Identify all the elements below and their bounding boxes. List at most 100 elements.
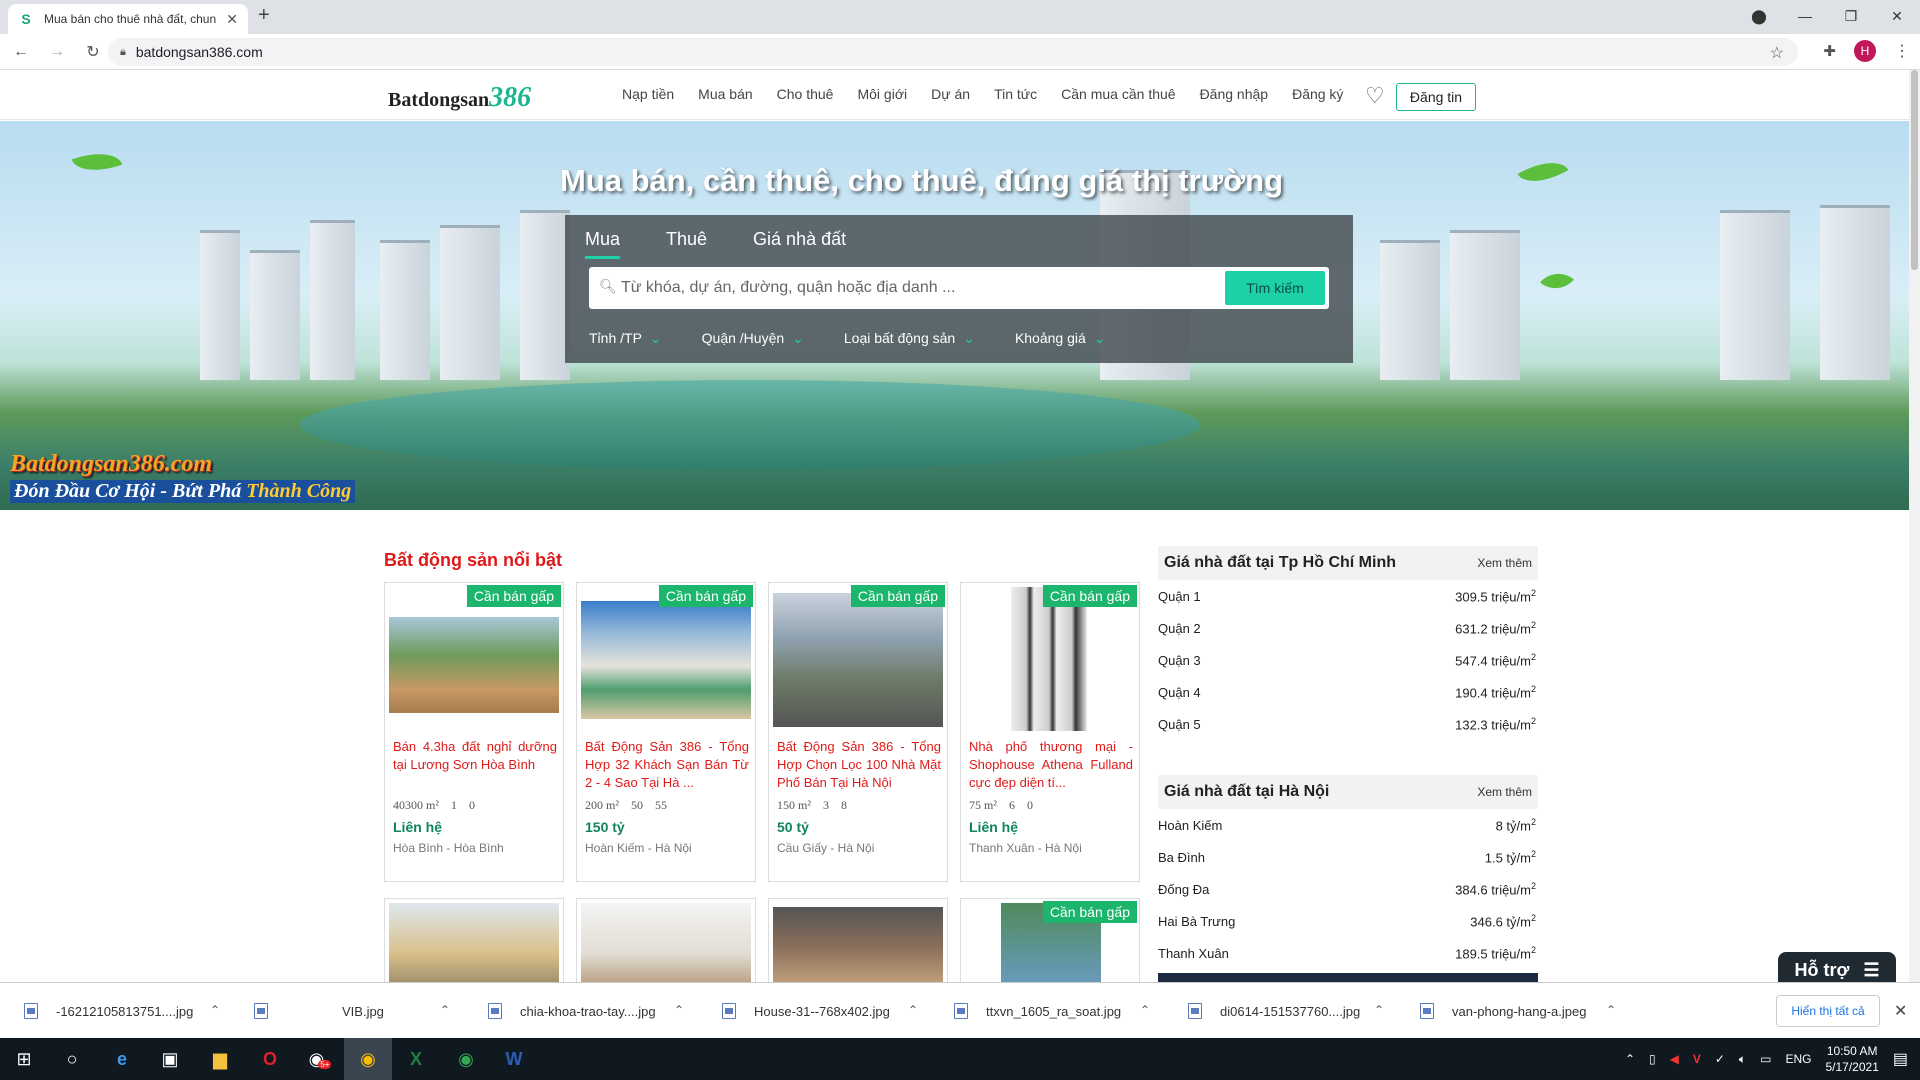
pen-icon[interactable]: ✓ bbox=[1715, 1052, 1725, 1066]
close-window-icon[interactable]: ✕ bbox=[1874, 0, 1920, 32]
chevron-up-icon[interactable]: ⌃ bbox=[1606, 1003, 1616, 1017]
chevron-up-icon[interactable]: ⌃ bbox=[440, 1003, 450, 1017]
listing-card[interactable]: Cần bán gấp Bất Động Sản 386 - Tổng Hợp … bbox=[768, 582, 948, 882]
price-row[interactable]: Quận 4 190.4 triệu/m2 bbox=[1158, 676, 1538, 708]
listing-card[interactable] bbox=[576, 898, 756, 988]
listing-title[interactable]: Bất Động Sản 386 - Tổng Hợp 32 Khách Sạn… bbox=[585, 738, 749, 792]
download-item[interactable]: di0614-151537760....jpg ⌃ bbox=[1188, 983, 1384, 1039]
network-icon[interactable]: ▭ bbox=[1760, 1052, 1771, 1066]
filter-price-range[interactable]: Khoảng giá ⌄ bbox=[1015, 330, 1106, 347]
store-icon[interactable]: ▣ bbox=[146, 1038, 194, 1080]
file-explorer-icon[interactable]: ▆ bbox=[196, 1038, 244, 1080]
lock-icon[interactable]: 🔒︎ bbox=[120, 46, 126, 59]
post-listing-button[interactable]: Đăng tin bbox=[1396, 83, 1476, 111]
browser-tab[interactable]: S Mua bán cho thuê nhà đất, chun ✕ bbox=[8, 4, 248, 34]
menu-item-mua-ban[interactable]: Mua bán bbox=[698, 86, 752, 102]
menu-item-dang-nhap[interactable]: Đăng nhập bbox=[1200, 86, 1269, 102]
listing-card[interactable]: Cần bán gấp Bán 4.3ha đất nghỉ dưỡng tại… bbox=[384, 582, 564, 882]
listing-image[interactable] bbox=[773, 593, 943, 727]
tab-gia-nha-dat[interactable]: Giá nhà đất bbox=[753, 229, 846, 259]
close-icon[interactable]: ✕ bbox=[1894, 1001, 1907, 1021]
download-item[interactable]: ttxvn_1605_ra_soat.jpg ⌃ bbox=[954, 983, 1150, 1039]
filter-property-type[interactable]: Loại bất động sản ⌄ bbox=[844, 330, 975, 347]
minimize-icon[interactable]: — bbox=[1782, 0, 1828, 32]
listing-card[interactable]: Cần bán gấp bbox=[960, 898, 1140, 988]
menu-item-moi-gioi[interactable]: Môi giới bbox=[857, 86, 907, 102]
battery-icon[interactable]: ▯ bbox=[1649, 1052, 1656, 1066]
close-tab-icon[interactable]: ✕ bbox=[226, 11, 238, 28]
scrollbar-thumb[interactable] bbox=[1911, 70, 1918, 270]
price-row[interactable]: Quận 5 132.3 triệu/m2 bbox=[1158, 708, 1538, 740]
menu-item-nap-tien[interactable]: Nạp tiền bbox=[622, 86, 674, 102]
see-more-link[interactable]: Xem thêm bbox=[1477, 556, 1532, 570]
listing-card[interactable]: Cần bán gấp Nhà phố thương mại - Shophou… bbox=[960, 582, 1140, 882]
download-item[interactable]: chia-khoa-trao-tay....jpg ⌃ bbox=[488, 983, 684, 1039]
tray-warning-icon[interactable]: ◀ bbox=[1670, 1052, 1679, 1066]
menu-item-can-mua-can-thue[interactable]: Cần mua cần thuê bbox=[1061, 86, 1175, 102]
filter-district[interactable]: Quận /Huyện ⌄ bbox=[702, 330, 804, 347]
chevron-up-icon[interactable]: ⌃ bbox=[674, 1003, 684, 1017]
reload-icon[interactable]: ↻ bbox=[78, 42, 108, 62]
chrome-alt-icon[interactable]: ◉ bbox=[442, 1038, 490, 1080]
download-item[interactable]: House-31--768x402.jpg ⌃ bbox=[722, 983, 918, 1039]
menu-item-cho-thue[interactable]: Cho thuê bbox=[777, 86, 834, 102]
forward-icon[interactable]: → bbox=[42, 43, 72, 61]
new-tab-icon[interactable]: + bbox=[258, 4, 270, 27]
price-row[interactable]: Hai Bà Trưng 346.6 tỷ/m2 bbox=[1158, 905, 1538, 937]
menu-item-du-an[interactable]: Dự án bbox=[931, 86, 970, 102]
bookmark-star-icon[interactable]: ☆ bbox=[1770, 43, 1784, 63]
avatar[interactable]: H bbox=[1854, 40, 1876, 62]
see-more-link[interactable]: Xem thêm bbox=[1477, 785, 1532, 799]
menu-item-dang-ky[interactable]: Đăng ký bbox=[1292, 86, 1343, 102]
notifications-icon[interactable]: ▤ bbox=[1893, 1049, 1908, 1069]
listing-title[interactable]: Bán 4.3ha đất nghỉ dưỡng tại Lương Sơn H… bbox=[393, 738, 557, 792]
chevron-up-icon[interactable]: ⌃ bbox=[210, 1003, 220, 1017]
opera-icon[interactable]: O bbox=[246, 1038, 294, 1080]
extensions-icon[interactable]: ✚ bbox=[1823, 42, 1836, 60]
filter-province[interactable]: Tỉnh /TP ⌄ bbox=[589, 330, 662, 347]
price-row[interactable]: Hoàn Kiếm 8 tỷ/m2 bbox=[1158, 809, 1538, 841]
price-row[interactable]: Quận 2 631.2 triệu/m2 bbox=[1158, 612, 1538, 644]
price-row[interactable]: Ba Đình 1.5 tỷ/m2 bbox=[1158, 841, 1538, 873]
listing-image[interactable] bbox=[1011, 587, 1087, 731]
listing-title[interactable]: Nhà phố thương mại - Shophouse Athena Fu… bbox=[969, 738, 1133, 792]
site-logo[interactable]: Batdongsan386 bbox=[388, 82, 531, 114]
price-row[interactable]: Quận 3 547.4 triệu/m2 bbox=[1158, 644, 1538, 676]
volume-icon[interactable]: 🔈︎ bbox=[1739, 1052, 1746, 1067]
price-row[interactable]: Đống Đa 384.6 triệu/m2 bbox=[1158, 873, 1538, 905]
tab-thue[interactable]: Thuê bbox=[666, 229, 707, 259]
listing-image[interactable] bbox=[581, 601, 751, 719]
listing-image[interactable] bbox=[389, 617, 559, 713]
word-icon[interactable]: W bbox=[490, 1038, 538, 1080]
menu-kebab-icon[interactable]: ⋮ bbox=[1894, 41, 1910, 61]
clock[interactable]: 10:50 AM 5/17/2021 bbox=[1825, 1043, 1878, 1075]
tab-mua[interactable]: Mua bbox=[585, 229, 621, 259]
price-row[interactable]: Thanh Xuân 189.5 triệu/m2 bbox=[1158, 937, 1538, 969]
page-scrollbar[interactable] bbox=[1909, 70, 1920, 982]
excel-icon[interactable]: X bbox=[392, 1038, 440, 1080]
listing-card[interactable]: Cần bán gấp Bất Động Sản 386 - Tổng Hợp … bbox=[576, 582, 756, 882]
profile-menu-icon[interactable]: ⬤ bbox=[1736, 0, 1782, 32]
chrome-icon[interactable]: ◉ bbox=[344, 1038, 392, 1080]
antivirus-icon[interactable]: V bbox=[1693, 1052, 1701, 1066]
show-all-downloads-button[interactable]: Hiển thị tất cả bbox=[1776, 995, 1880, 1027]
download-item[interactable]: VIB.jpg ⌃ bbox=[254, 983, 450, 1039]
download-item[interactable]: -16212105813751....jpg ⌃ bbox=[24, 983, 220, 1039]
search-circle-icon[interactable]: ○ bbox=[48, 1038, 96, 1080]
search-button[interactable]: Tìm kiếm bbox=[1225, 271, 1325, 305]
messenger-icon[interactable]: ◉ 5+ bbox=[296, 1038, 344, 1080]
listing-image[interactable] bbox=[773, 907, 943, 987]
address-bar[interactable]: 🔒︎ batdongsan386.com ☆ bbox=[108, 38, 1798, 66]
listing-title[interactable]: Bất Động Sản 386 - Tổng Hợp Chọn Lọc 100… bbox=[777, 738, 941, 792]
search-input[interactable]: Từ khóa, dự án, đường, quận hoặc địa dan… bbox=[621, 279, 955, 297]
chevron-up-icon[interactable]: ⌃ bbox=[1374, 1003, 1384, 1017]
price-row[interactable]: Quận 1 309.5 triệu/m2 bbox=[1158, 580, 1538, 612]
windows-start-icon[interactable]: ⊞ bbox=[0, 1038, 48, 1080]
heart-icon[interactable]: ♡ bbox=[1365, 83, 1385, 109]
listing-image[interactable] bbox=[389, 903, 559, 987]
language-indicator[interactable]: ENG bbox=[1785, 1052, 1811, 1066]
back-icon[interactable]: ← bbox=[6, 43, 36, 61]
chevron-up-icon[interactable]: ⌃ bbox=[908, 1003, 918, 1017]
listing-card[interactable] bbox=[768, 898, 948, 988]
maximize-icon[interactable]: ❐ bbox=[1828, 0, 1874, 32]
